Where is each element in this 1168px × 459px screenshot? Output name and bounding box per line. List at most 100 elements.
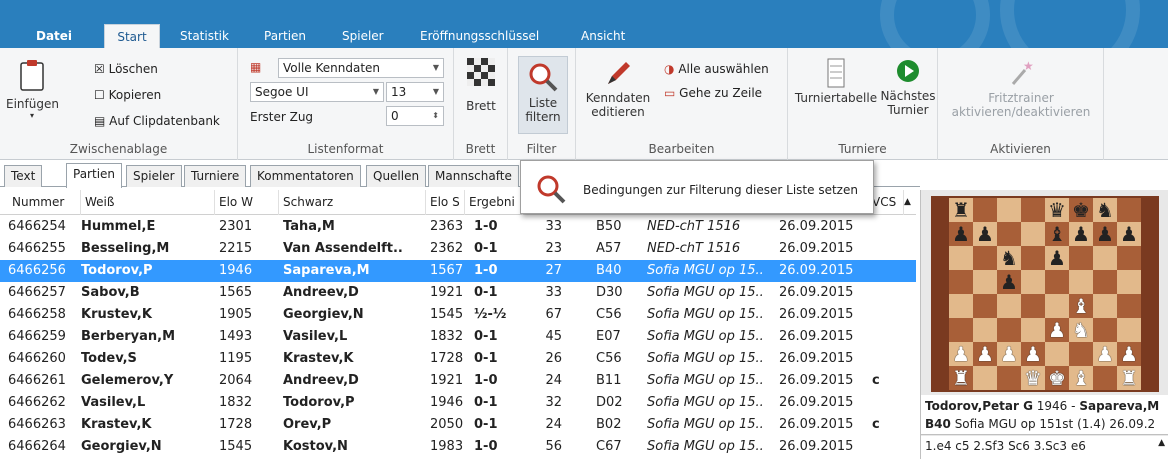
tab-spieler[interactable]: Spieler (334, 24, 392, 48)
board-square[interactable] (997, 318, 1021, 342)
tab-eroeffnungsschluessel[interactable]: Eröffnungsschlüssel (412, 24, 547, 48)
white-pawn-icon[interactable]: ♟ (1045, 318, 1069, 342)
board-square[interactable] (949, 294, 973, 318)
white-king-icon[interactable]: ♚ (1045, 366, 1069, 390)
board-square[interactable] (949, 318, 973, 342)
board-square[interactable] (997, 222, 1021, 246)
white-pawn-icon[interactable]: ♟ (1117, 342, 1141, 366)
scroll-up-icon[interactable]: ▲ (1158, 438, 1165, 448)
table-row[interactable]: 6466255 Besseling,M 2215 Van Assendelft.. 23… (0, 238, 916, 260)
table-row[interactable]: 6466262 Vasilev,L 1832 Todorov,P 1946 0-1 32 D0… (0, 392, 916, 414)
kenndaten-select[interactable]: Volle Kenndaten ▼ (278, 58, 444, 78)
board-square[interactable] (1069, 246, 1093, 270)
board-square[interactable] (997, 198, 1021, 222)
erster-zug-stepper[interactable]: 0 ⬍ (386, 106, 444, 126)
black-pawn-icon[interactable]: ♟ (1117, 222, 1141, 246)
board-square[interactable] (1045, 294, 1069, 318)
size-select[interactable]: 13 ▼ (386, 82, 444, 102)
board-square[interactable] (1093, 318, 1117, 342)
white-pawn-icon[interactable]: ♟ (949, 342, 973, 366)
black-pawn-icon[interactable]: ♟ (973, 222, 997, 246)
tab-statistik[interactable]: Statistik (172, 24, 237, 48)
board-square[interactable] (1021, 246, 1045, 270)
board-square[interactable] (973, 294, 997, 318)
table-row[interactable]: 6466260 Todev,S 1195 Krastev,K 1728 0-1 26 C56 S… (0, 348, 916, 370)
board-square[interactable] (1093, 294, 1117, 318)
turniertabelle-button[interactable]: Turniertabelle (792, 58, 880, 105)
column-header-ergebnis[interactable]: Ergebni (465, 190, 523, 215)
board-square[interactable] (1045, 270, 1069, 294)
board-square[interactable] (949, 246, 973, 270)
board-square[interactable] (949, 270, 973, 294)
font-select[interactable]: Segoe UI ▼ (250, 82, 384, 102)
doc-tab-kommentatoren[interactable]: Kommentatoren (250, 165, 361, 187)
board-square[interactable] (1093, 270, 1117, 294)
black-pawn-icon[interactable]: ♟ (1069, 222, 1093, 246)
doc-tab-text[interactable]: Text (4, 165, 43, 187)
fritztrainer-button[interactable]: ★ Fritztrainer aktivieren/deaktivieren (942, 58, 1100, 119)
black-queen-icon[interactable]: ♛ (1045, 198, 1069, 222)
board-square[interactable] (1069, 342, 1093, 366)
board-square[interactable] (1045, 342, 1069, 366)
black-rook-icon[interactable]: ♜ (949, 198, 973, 222)
kopieren-button[interactable]: ☐ Kopieren (94, 88, 161, 102)
naechstes-turnier-button[interactable]: Nächstes Turnier (880, 58, 936, 117)
board-square[interactable] (1093, 246, 1117, 270)
liste-filtern-button[interactable]: Liste filtern (518, 56, 568, 134)
board-square[interactable] (973, 246, 997, 270)
board-square[interactable] (973, 270, 997, 294)
white-pawn-icon[interactable]: ♟ (1021, 342, 1045, 366)
board-square[interactable] (1117, 270, 1141, 294)
white-rook-icon[interactable]: ♜ (1117, 366, 1141, 390)
column-header-nummer[interactable]: Nummer (8, 190, 81, 215)
column-header-elo-s[interactable]: Elo S (426, 190, 465, 215)
alle-auswaehlen-button[interactable]: ◑ Alle auswählen (664, 62, 769, 76)
board-square[interactable] (1069, 270, 1093, 294)
white-queen-icon[interactable]: ♛ (1021, 366, 1045, 390)
scroll-up-icon[interactable]: ▲ (904, 190, 916, 215)
doc-tab-mannschaften[interactable]: Mannschafte (428, 165, 519, 187)
gehe-zu-zeile-button[interactable]: ▭ Gehe zu Zeile (664, 86, 762, 100)
tab-partien[interactable]: Partien (256, 24, 314, 48)
table-row[interactable]: 6466259 Berberyan,M 1493 Vasilev,L 1832 0-1 45… (0, 326, 916, 348)
board-square[interactable] (973, 366, 997, 390)
kenndaten-editieren-button[interactable]: Kenndaten editieren (582, 58, 654, 119)
doc-tab-spieler[interactable]: Spieler (126, 165, 182, 187)
white-pawn-icon[interactable]: ♟ (973, 342, 997, 366)
board-square[interactable] (997, 366, 1021, 390)
board-square[interactable] (1021, 318, 1045, 342)
board-square[interactable] (1117, 198, 1141, 222)
white-pawn-icon[interactable]: ♟ (997, 342, 1021, 366)
einfuegen-button[interactable]: Einfügen ▾ (6, 58, 59, 120)
brett-button[interactable]: Brett (462, 58, 500, 113)
board-square[interactable] (1093, 366, 1117, 390)
doc-tab-turniere[interactable]: Turniere (184, 165, 247, 187)
board-square[interactable] (973, 198, 997, 222)
black-pawn-icon[interactable]: ♟ (1093, 222, 1117, 246)
tab-start[interactable]: Start (104, 24, 160, 49)
white-rook-icon[interactable]: ♜ (949, 366, 973, 390)
table-row[interactable]: 6466258 Krustev,K 1905 Georgiev,N 1545 ½-½ 67 C… (0, 304, 916, 326)
black-pawn-icon[interactable]: ♟ (997, 270, 1021, 294)
tab-ansicht[interactable]: Ansicht (573, 24, 633, 48)
clipdatenbank-button[interactable]: ▤ Auf Clipdatenbank (94, 114, 220, 128)
doc-tab-quellen[interactable]: Quellen (366, 165, 427, 187)
board-square[interactable] (1021, 294, 1045, 318)
tab-datei[interactable]: Datei (28, 24, 80, 48)
loeschen-button[interactable]: ☒ Löschen (94, 62, 158, 76)
notation[interactable]: 1.e4 c5 2.Sf3 Sc6 3.Sc3 e6 ▲ (921, 436, 1168, 459)
board-square[interactable] (1117, 294, 1141, 318)
black-bishop-icon[interactable]: ♝ (1045, 222, 1069, 246)
board-square[interactable] (1117, 246, 1141, 270)
column-header-weiss[interactable]: Weiß (81, 190, 215, 215)
board-square[interactable] (1021, 270, 1045, 294)
column-header-schwarz[interactable]: Schwarz (279, 190, 426, 215)
board-square[interactable] (973, 318, 997, 342)
table-row[interactable]: 6466256 Todorov,P 1946 Sapareva,M 1567 1-0 27 B… (0, 260, 916, 282)
white-knight-icon[interactable]: ♞ (1069, 318, 1093, 342)
black-pawn-icon[interactable]: ♟ (949, 222, 973, 246)
table-row[interactable]: 6466257 Sabov,B 1565 Andreev,D 1921 0-1 33 D30 S… (0, 282, 916, 304)
doc-tab-partien[interactable]: Partien (66, 163, 123, 188)
black-king-icon[interactable]: ♚ (1069, 198, 1093, 222)
table-row[interactable]: 6466261 Gelemerov,Y 2064 Andreev,D 1921 1-0 24… (0, 370, 916, 392)
